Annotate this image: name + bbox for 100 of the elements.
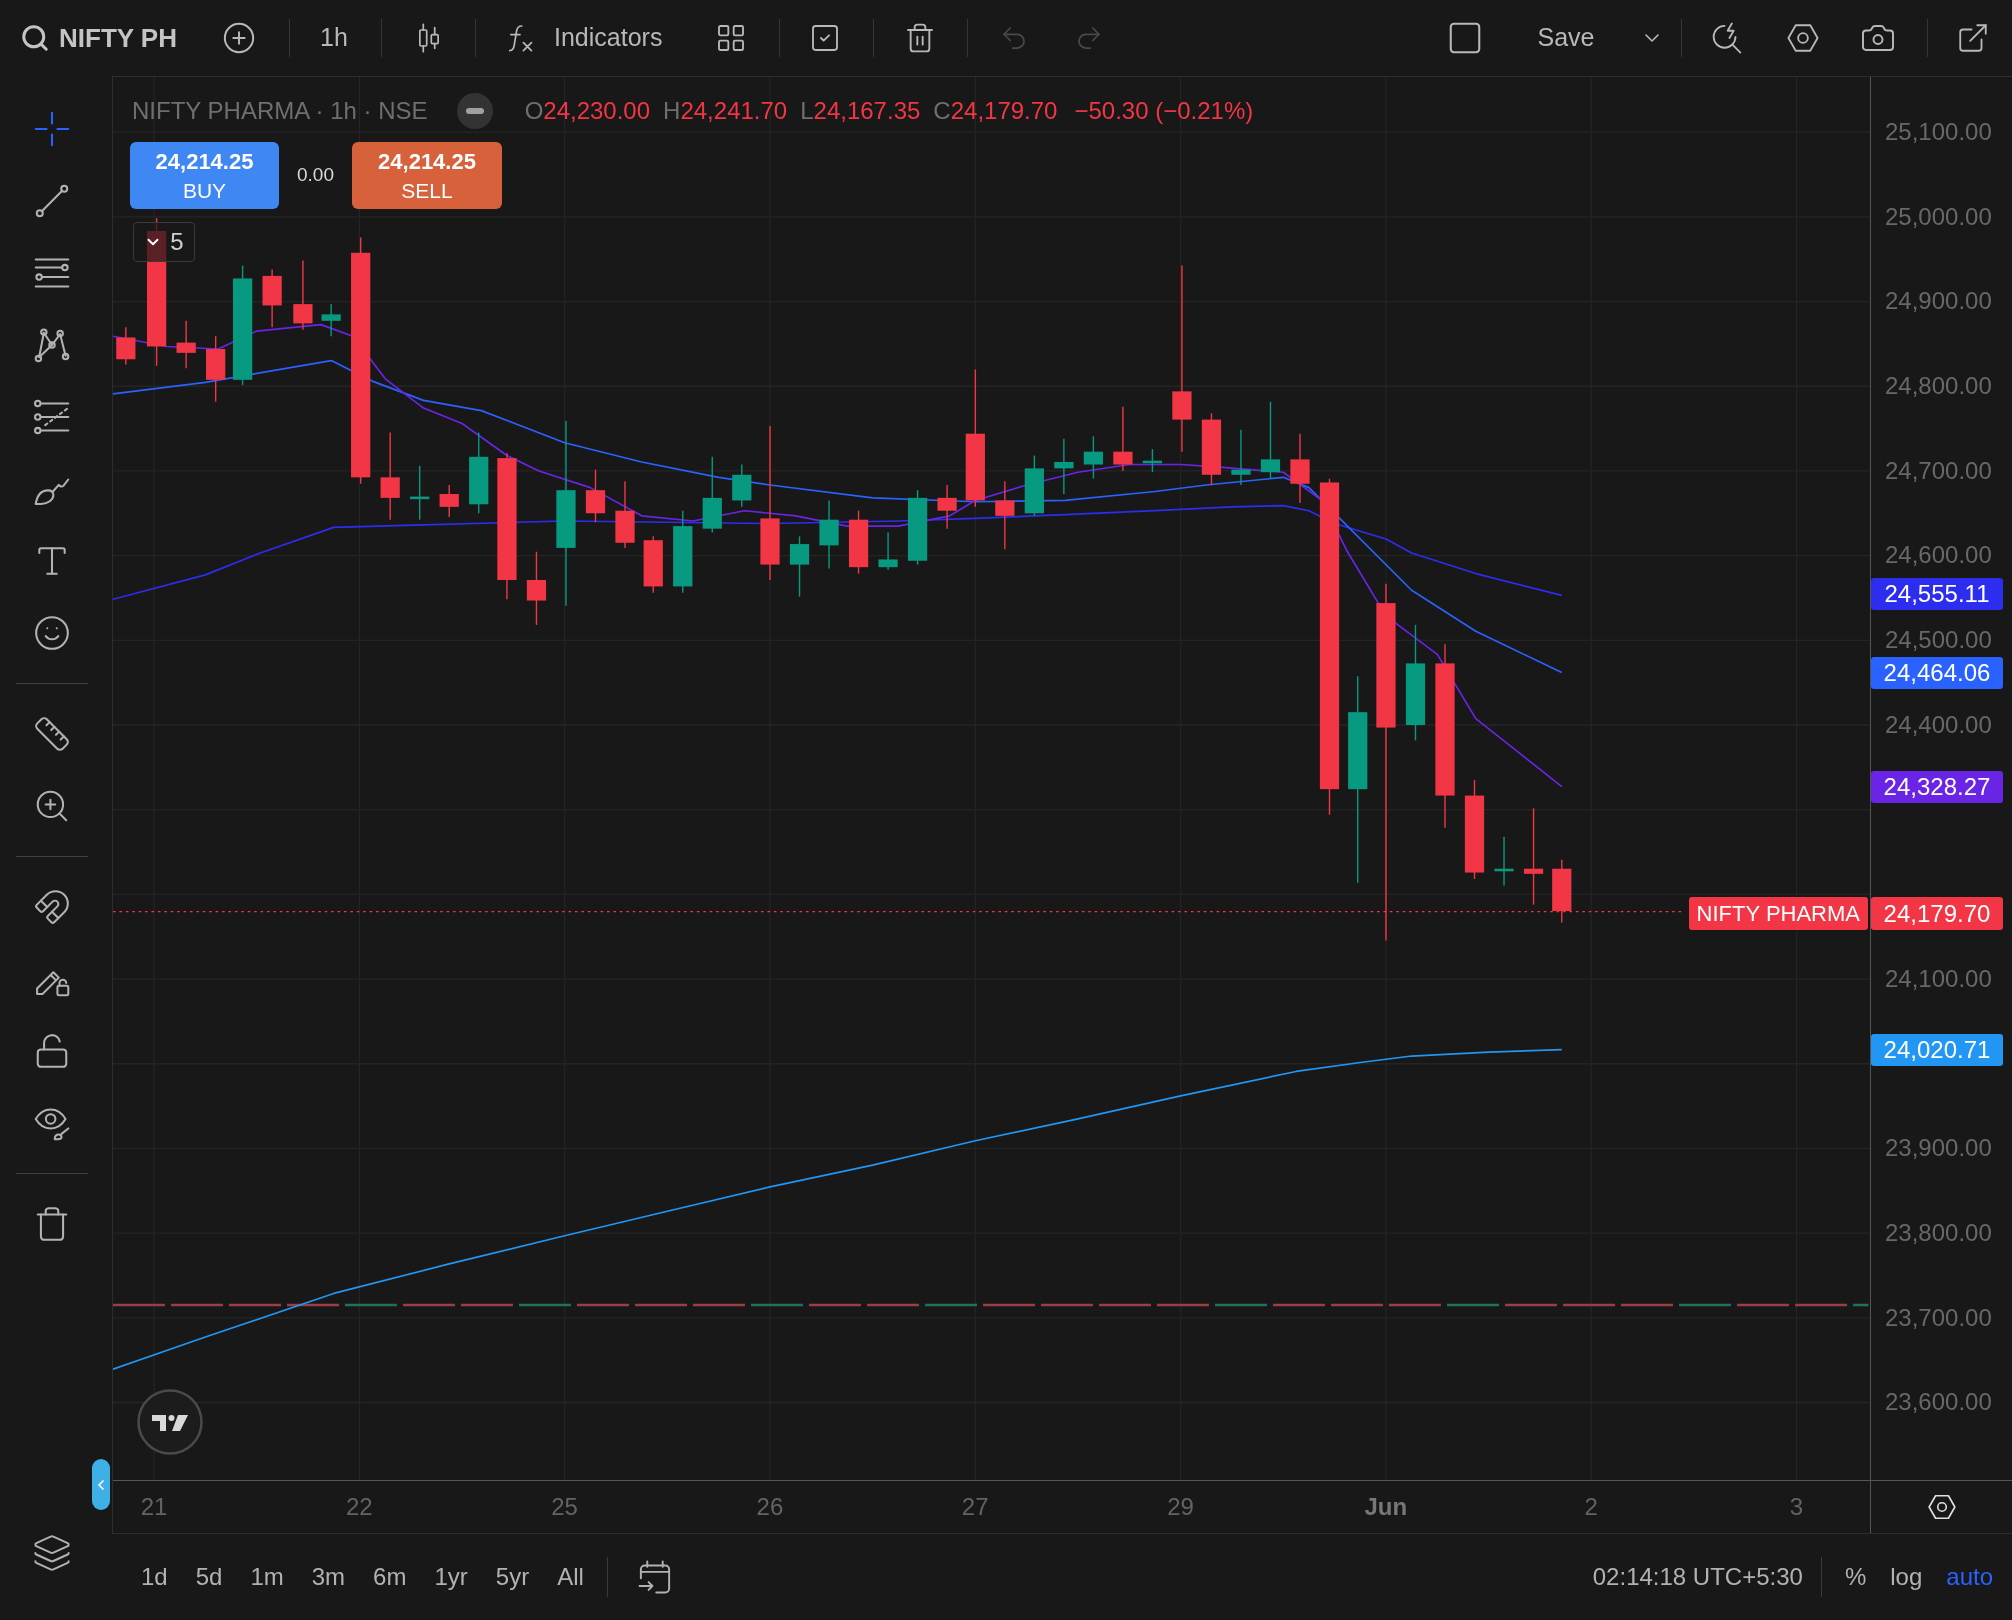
ohlc-label: C: [933, 96, 951, 126]
ohlc-label: L: [800, 96, 814, 126]
price-marker: 24,555.11: [1871, 578, 2003, 610]
indicators-button[interactable]: Indicators: [498, 12, 684, 64]
price-tick: 23,800.00: [1885, 1217, 1992, 1248]
range-button[interactable]: 3m: [299, 1555, 358, 1599]
candlestick: [1113, 406, 1133, 472]
trash-icon: [904, 22, 936, 54]
lightning-search-icon: [1710, 21, 1744, 55]
candlestick: [410, 465, 430, 521]
price-tick: 24,700.00: [1885, 455, 1992, 486]
price-change: −50.30 (−0.21%): [1074, 96, 1254, 126]
clock-text: 02:14:18 UTC+5:30: [1592, 1562, 1803, 1592]
ohlc-value: 24,230.00: [543, 96, 651, 126]
range-button[interactable]: 1m: [238, 1555, 296, 1599]
ohlc-label: H: [663, 96, 681, 126]
calendar-arrow-icon: [636, 1559, 673, 1595]
candlestick: [1552, 859, 1572, 924]
ohlc-value: 24,241.70: [680, 96, 788, 126]
ruler-icon: [33, 715, 71, 753]
ohlc-value: 24,167.35: [813, 96, 921, 126]
candlestick: [643, 535, 663, 594]
ohlc-label: O: [524, 96, 544, 126]
price-tick: 25,100.00: [1885, 117, 1992, 147]
time-tick: 26: [756, 1492, 784, 1522]
range-button[interactable]: 1yr: [422, 1555, 480, 1599]
price-tick: 24,100.00: [1885, 963, 1992, 994]
candlestick: [789, 535, 810, 598]
buy-button[interactable]: 24,214.25 BUY: [130, 142, 279, 209]
settings-icon: [1786, 21, 1820, 55]
collapse-handle[interactable]: [92, 1459, 110, 1510]
indicators-toggle[interactable]: 5: [133, 222, 195, 262]
price-tick: 23,700.00: [1885, 1302, 1992, 1333]
candlestick: [293, 259, 313, 331]
candlestick: [1231, 429, 1251, 486]
ohlc-value: 24,179.70: [950, 96, 1058, 126]
candlestick: [176, 320, 196, 369]
candlestick: [615, 480, 635, 549]
range-button[interactable]: All: [545, 1555, 596, 1599]
candlestick: [206, 335, 226, 403]
symbol-search[interactable]: NIFTY PH: [18, 12, 186, 64]
range-button[interactable]: 5d: [183, 1555, 235, 1599]
crosshair-icon: [33, 110, 71, 148]
price-marker: 24,020.71: [1871, 1034, 2003, 1066]
candlestick: [937, 484, 957, 530]
candlestick: [819, 499, 839, 570]
candlestick: [1494, 835, 1514, 887]
price-tick: 23,900.00: [1885, 1133, 1992, 1164]
price-tick: 24,900.00: [1885, 286, 1992, 317]
smiley-icon: [33, 614, 71, 652]
spread-value: 0.00: [297, 163, 334, 188]
collapse-legend-button[interactable]: [456, 93, 493, 129]
candlestick: [262, 268, 282, 328]
fibonacci-lines-icon: [33, 398, 71, 436]
candlestick: [878, 531, 898, 571]
candlestick: [321, 303, 341, 337]
range-button[interactable]: 6m: [361, 1555, 419, 1599]
price-tick: 25,000.00: [1885, 201, 1992, 232]
price-tick: 24,800.00: [1885, 371, 1992, 402]
candlestick: [1290, 433, 1310, 504]
time-tick: 21: [140, 1492, 168, 1522]
price-tick: 24,600.00: [1885, 540, 1992, 571]
candlestick: [732, 463, 752, 508]
pattern-nodes-icon: [33, 326, 71, 364]
candlestick: [1142, 448, 1163, 473]
minus-icon: [465, 108, 484, 114]
legend-title: NIFTY PHARMA · 1h · NSE: [132, 96, 428, 126]
sell-button[interactable]: 24,214.25 SELL: [352, 142, 502, 209]
range-button[interactable]: 1d: [129, 1555, 180, 1599]
price-tick: 24,400.00: [1885, 709, 1992, 740]
scale-toggle[interactable]: auto: [1937, 1555, 2002, 1599]
trend-line-icon: [33, 182, 71, 220]
candlestick: [1083, 435, 1103, 480]
range-button[interactable]: 5yr: [483, 1555, 542, 1599]
checkbox-icon: [809, 22, 841, 54]
candlestick: [585, 468, 606, 523]
time-tick: 29: [1167, 1492, 1194, 1522]
price-tick: 24,500.00: [1885, 625, 1992, 656]
last-price-tag: 24,179.70: [1871, 897, 2003, 930]
magnet-icon: [33, 888, 71, 926]
scale-toggle[interactable]: log: [1881, 1555, 1932, 1599]
time-tick: 22: [345, 1492, 373, 1522]
time-tick: 3: [1789, 1492, 1804, 1522]
time-tick: 27: [961, 1492, 989, 1522]
time-tick: Jun: [1364, 1492, 1408, 1522]
candlestick: [1054, 438, 1074, 495]
save-button[interactable]: Save: [1520, 12, 1612, 64]
layers-icon: [32, 1533, 72, 1573]
grid-icon: [715, 22, 747, 54]
interval-button[interactable]: 1h: [306, 12, 362, 64]
time-tick: 2: [1584, 1492, 1598, 1522]
scale-toggle[interactable]: %: [1835, 1555, 1876, 1599]
candlestick: [1024, 454, 1044, 517]
search-icon: [20, 23, 50, 53]
candlestick: [116, 326, 136, 366]
price-marker: 24,328.27: [1871, 771, 2003, 803]
candlestick: [439, 484, 459, 518]
plus-circle-icon: [222, 21, 256, 55]
candlestick: [848, 510, 869, 575]
time-tick: 25: [551, 1492, 578, 1522]
